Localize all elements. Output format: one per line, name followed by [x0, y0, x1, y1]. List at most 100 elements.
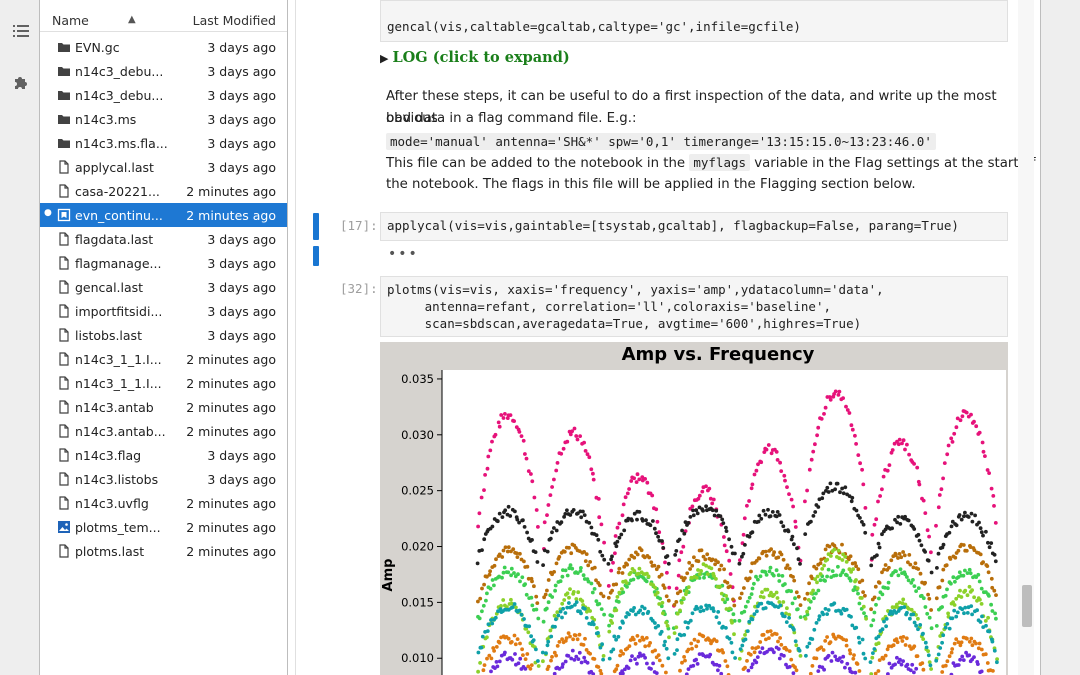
data-point — [523, 452, 527, 456]
file-row[interactable]: plotms_tem... 2 minutes ago — [40, 515, 287, 539]
data-point — [881, 474, 886, 479]
file-modified-date: 3 days ago — [207, 232, 276, 247]
data-point — [947, 530, 952, 535]
data-point — [875, 553, 879, 558]
data-point — [872, 595, 877, 600]
data-point — [513, 509, 517, 514]
file-row[interactable]: n14c3_1_1.I... 2 minutes ago — [40, 371, 287, 395]
data-point — [699, 569, 703, 573]
data-point — [912, 462, 916, 466]
cell-collapser[interactable] — [313, 213, 319, 240]
data-point — [516, 572, 520, 577]
data-point — [637, 477, 642, 482]
data-point — [778, 636, 782, 640]
data-point — [874, 517, 879, 522]
list-icon[interactable] — [12, 22, 30, 40]
collapsed-output-ellipsis[interactable]: ••• — [388, 246, 419, 262]
data-point — [852, 653, 856, 657]
data-point — [850, 427, 855, 432]
data-point — [557, 555, 562, 559]
data-point — [629, 479, 634, 483]
file-row[interactable]: n14c3.ms.fla... 3 days ago — [40, 131, 287, 155]
log-expand-toggle[interactable]: ▶ LOG (click to expand) — [380, 49, 570, 66]
data-point — [678, 608, 682, 613]
data-point — [501, 598, 506, 602]
file-row[interactable]: n14c3_debu... 3 days ago — [40, 83, 287, 107]
notebook-scrollbar[interactable] — [1018, 0, 1034, 675]
data-point — [987, 545, 992, 550]
data-point — [607, 629, 612, 634]
data-point — [564, 636, 569, 640]
file-row[interactable]: ● evn_continu... 2 minutes ago — [40, 203, 287, 227]
data-point — [700, 489, 705, 494]
data-point — [959, 517, 964, 522]
plotms-code-cell[interactable]: plotms(vis=vis, xaxis='frequency', yaxis… — [380, 276, 1008, 337]
data-point — [745, 629, 750, 633]
data-point — [848, 578, 853, 583]
data-point — [781, 557, 786, 562]
data-point — [767, 569, 772, 574]
file-name: evn_continu... — [75, 208, 163, 223]
data-point — [546, 639, 551, 644]
data-point — [832, 547, 837, 552]
data-point — [594, 533, 599, 538]
data-point — [821, 648, 826, 652]
file-row[interactable]: n14c3.ms 3 days ago — [40, 107, 287, 131]
file-row[interactable]: n14c3_1_1.I... 2 minutes ago — [40, 347, 287, 371]
data-point — [791, 504, 795, 509]
file-row[interactable]: flagdata.last 3 days ago — [40, 227, 287, 251]
disclosure-triangle-icon: ▶ — [380, 52, 389, 65]
data-point — [523, 582, 527, 586]
last-modified-column-header[interactable]: Last Modified — [193, 13, 276, 28]
data-point — [887, 661, 892, 666]
data-point — [536, 659, 540, 663]
name-column-header[interactable]: Name — [52, 13, 89, 28]
applycal-code-cell[interactable]: applycal(vis=vis,gaintable=[tsystab,gcal… — [380, 212, 1008, 241]
data-point — [718, 514, 723, 518]
data-point — [611, 647, 616, 652]
file-row[interactable]: applycal.last 3 days ago — [40, 155, 287, 179]
file-row[interactable]: importfitsidi... 3 days ago — [40, 299, 287, 323]
file-row[interactable]: EVN.gc 3 days ago — [40, 35, 287, 59]
data-point — [545, 588, 549, 593]
file-row[interactable]: n14c3.flag 3 days ago — [40, 443, 287, 467]
file-row[interactable]: flagmanage... 3 days ago — [40, 251, 287, 275]
file-row[interactable]: n14c3_debu... 3 days ago — [40, 59, 287, 83]
file-row[interactable]: n14c3.listobs 3 days ago — [40, 467, 287, 491]
data-point — [714, 508, 719, 513]
data-point — [740, 643, 745, 648]
scrollbar-thumb[interactable] — [1022, 585, 1032, 627]
data-point — [612, 634, 617, 639]
sort-ascending-icon[interactable]: ▲ — [128, 14, 136, 25]
data-point — [724, 594, 728, 598]
data-point — [510, 605, 515, 610]
data-point — [798, 603, 803, 607]
data-point — [742, 586, 746, 590]
data-point — [711, 609, 716, 613]
data-point — [778, 460, 782, 465]
file-icon — [57, 544, 71, 558]
file-row[interactable]: casa-20221... 2 minutes ago — [40, 179, 287, 203]
data-point — [936, 652, 941, 657]
data-point — [977, 520, 981, 525]
data-point — [828, 481, 833, 486]
gencal-code-cell[interactable]: gencal(vis,caltable=gcaltab,caltype='gc'… — [380, 0, 1008, 42]
data-point — [674, 586, 679, 591]
data-point — [628, 570, 633, 575]
data-point — [659, 629, 664, 634]
output-collapser[interactable] — [313, 246, 319, 266]
file-name: n14c3.flag — [75, 448, 142, 463]
file-row[interactable]: listobs.last 3 days ago — [40, 323, 287, 347]
file-row[interactable]: plotms.last 2 minutes ago — [40, 539, 287, 563]
puzzle-icon[interactable] — [12, 74, 30, 92]
data-point — [678, 589, 683, 594]
data-point — [979, 669, 984, 674]
data-point — [602, 612, 606, 617]
file-row[interactable]: n14c3.uvflg 2 minutes ago — [40, 491, 287, 515]
data-point — [482, 537, 487, 542]
file-row[interactable]: gencal.last 3 days ago — [40, 275, 287, 299]
data-point — [550, 530, 554, 535]
data-point — [946, 443, 951, 448]
file-row[interactable]: n14c3.antab 2 minutes ago — [40, 395, 287, 419]
file-row[interactable]: n14c3.antab... 2 minutes ago — [40, 419, 287, 443]
